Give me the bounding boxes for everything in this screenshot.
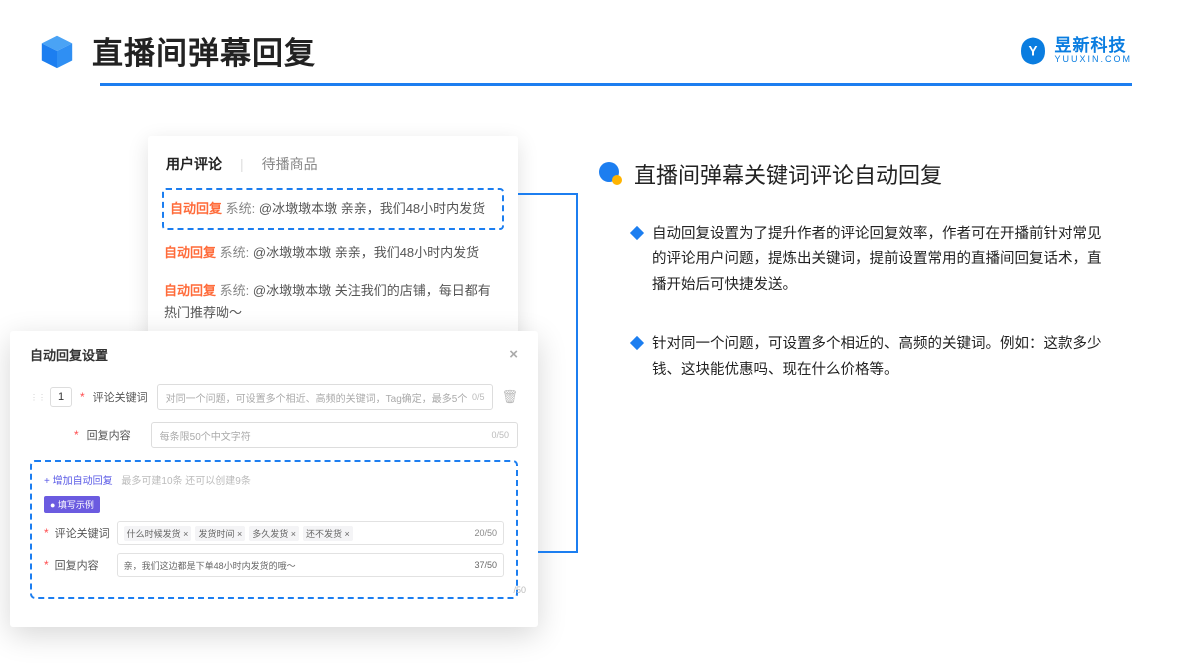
tab-user-comments[interactable]: 用户评论 — [166, 154, 222, 174]
required-dot: * — [44, 558, 49, 572]
rule-index: 1 — [50, 387, 72, 407]
header-rule — [100, 83, 1132, 86]
page-title: 直播间弹幕回复 — [92, 28, 316, 73]
connector-line — [518, 193, 578, 195]
comment-row: 自动回复 系统: @冰墩墩本墩 亲亲，我们48小时内发货 — [162, 238, 504, 268]
brand-logo: Y 昱新科技 YUUXIN.COM — [1018, 36, 1132, 66]
ex-keyword-tags[interactable]: 什么时候发货 × 发货时间 × 多久发货 × 还不发货 × 20/50 — [117, 521, 504, 545]
tab-pending-products[interactable]: 待播商品 — [262, 154, 318, 174]
close-icon[interactable]: × — [509, 346, 518, 363]
reply-input[interactable]: 每条限50个中文字符 0/50 — [151, 422, 518, 448]
connector-line — [576, 193, 578, 553]
comment-text: @冰墩墩本墩 亲亲，我们48小时内发货 — [253, 245, 479, 260]
drag-handle-icon[interactable]: ⋮⋮ — [30, 393, 42, 402]
add-rule-hint: 最多可建10条 还可以创建9条 — [121, 476, 250, 487]
comments-card: 用户评论 | 待播商品 自动回复 系统: @冰墩墩本墩 亲亲，我们48小时内发货… — [148, 136, 518, 360]
reply-placeholder: 每条限50个中文字符 — [160, 428, 251, 443]
diamond-icon — [630, 336, 644, 350]
bullet-text: 自动回复设置为了提升作者的评论回复效率，作者可在开播前针对常见的评论用户问题，提… — [652, 222, 1112, 298]
auto-reply-tag: 自动回复 — [164, 245, 216, 260]
tab-separator: | — [240, 156, 244, 172]
keyword-placeholder: 对同一个问题，可设置多个相近、高频的关键词，Tag确定，最多5个 — [166, 390, 468, 405]
keyword-counter: 0/5 — [472, 392, 485, 402]
connector-line — [538, 551, 576, 553]
bullet-item: 针对同一个问题，可设置多个相近的、高频的关键词。例如：这款多少钱、这块能优惠吗、… — [632, 332, 1132, 383]
modal-title: 自动回复设置 — [30, 345, 108, 364]
tag-item[interactable]: 发货时间 × — [195, 526, 245, 541]
reply-label: 回复内容 — [87, 427, 143, 443]
ex-reply-label: 回复内容 — [55, 557, 111, 573]
comment-row-highlight: 自动回复 系统: @冰墩墩本墩 亲亲，我们48小时内发货 — [162, 188, 504, 230]
header: 直播间弹幕回复 Y 昱新科技 YUUXIN.COM — [38, 28, 1132, 73]
system-label: 系统: — [220, 245, 250, 260]
example-block: + 增加自动回复 最多可建10条 还可以创建9条 ● 填写示例 * 评论关键词 … — [30, 460, 518, 599]
auto-reply-settings-modal: 自动回复设置 × ⋮⋮ 1 * 评论关键词 对同一个问题，可设置多个相近、高频的… — [10, 331, 538, 627]
add-rule-link[interactable]: + 增加自动回复 — [44, 476, 113, 487]
ex-keyword-counter: 20/50 — [474, 528, 497, 538]
keyword-input[interactable]: 对同一个问题，可设置多个相近、高频的关键词，Tag确定，最多5个 0/5 — [157, 384, 494, 410]
diamond-icon — [630, 226, 644, 240]
bullet-item: 自动回复设置为了提升作者的评论回复效率，作者可在开播前针对常见的评论用户问题，提… — [632, 222, 1132, 298]
tag-item[interactable]: 多久发货 × — [249, 526, 299, 541]
comment-text: @冰墩墩本墩 亲亲，我们48小时内发货 — [259, 201, 485, 216]
reply-counter: 0/50 — [491, 430, 509, 440]
tag-item[interactable]: 什么时候发货 × — [124, 526, 192, 541]
brand-logo-icon: Y — [1018, 36, 1048, 66]
ex-keyword-label: 评论关键词 — [55, 525, 111, 541]
section-title: 直播间弹幕关键词评论自动回复 — [634, 158, 942, 190]
ex-reply-counter: 37/50 — [474, 560, 497, 570]
comment-row: 自动回复 系统: @冰墩墩本墩 关注我们的店铺，每日都有热门推荐呦～ — [162, 276, 504, 328]
auto-reply-tag: 自动回复 — [170, 201, 222, 216]
brand-name-en: YUUXIN.COM — [1054, 55, 1132, 64]
required-dot: * — [74, 428, 79, 442]
bullet-text: 针对同一个问题，可设置多个相近的、高频的关键词。例如：这款多少钱、这块能优惠吗、… — [652, 332, 1112, 383]
auto-reply-tag: 自动回复 — [164, 283, 216, 298]
system-label: 系统: — [220, 283, 250, 298]
required-dot: * — [44, 526, 49, 540]
ex-reply-input[interactable]: 亲，我们这边都是下单48小时内发货的哦～ 37/50 — [117, 553, 504, 577]
cube-icon — [38, 32, 76, 70]
svg-text:Y: Y — [1029, 43, 1038, 58]
required-dot: * — [80, 390, 85, 404]
example-badge: ● 填写示例 — [44, 496, 100, 513]
keyword-label: 评论关键词 — [93, 389, 149, 405]
delete-icon[interactable]: 🗑 — [501, 389, 518, 405]
bubble-icon — [598, 161, 624, 187]
floating-counter: /50 — [513, 585, 526, 595]
tag-item[interactable]: 还不发货 × — [303, 526, 353, 541]
brand-name-cn: 昱新科技 — [1054, 37, 1132, 55]
ex-reply-value: 亲，我们这边都是下单48小时内发货的哦～ — [124, 559, 296, 572]
system-label: 系统: — [226, 201, 256, 216]
